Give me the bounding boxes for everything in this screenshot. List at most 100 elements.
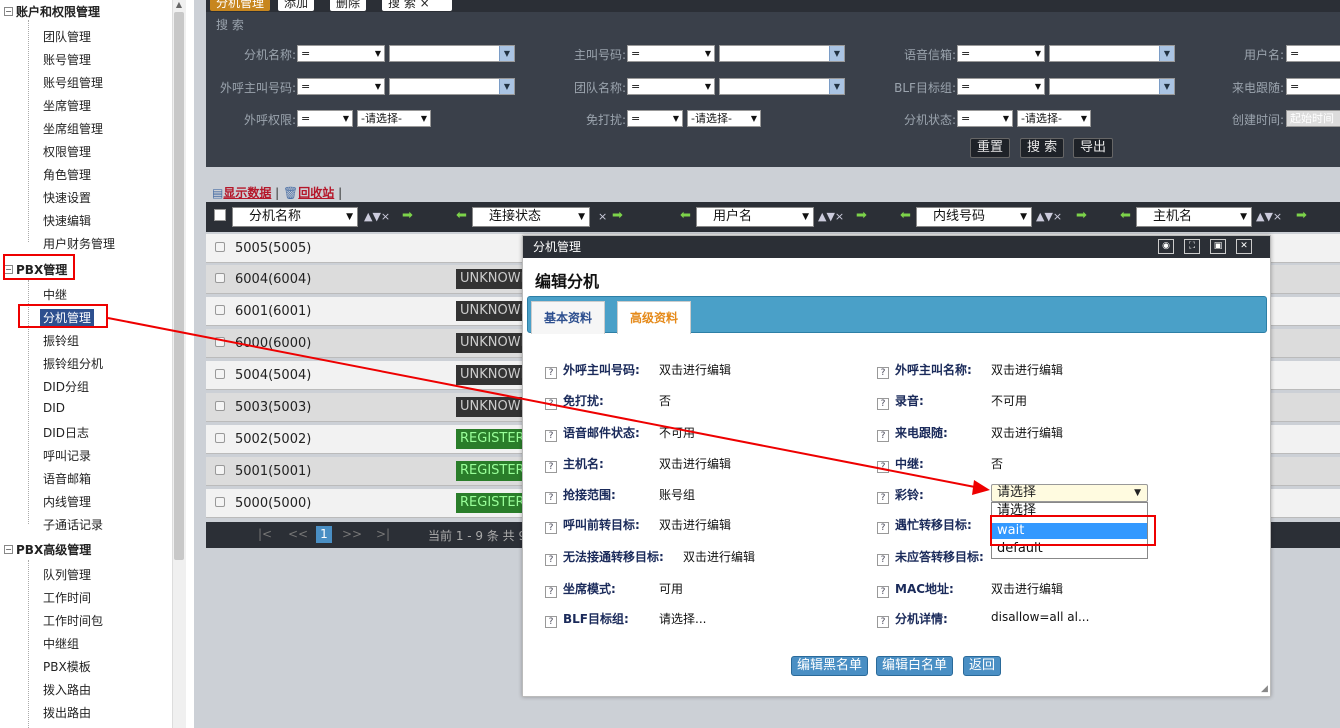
created-start-input[interactable]: 起始时间 — [1286, 110, 1340, 127]
col-host-name[interactable]: 主机名 ▼ — [1136, 207, 1252, 227]
row-checkbox[interactable] — [215, 465, 225, 475]
sidebar-item-did-group[interactable]: DID分组 — [43, 378, 89, 395]
chevron-down-icon[interactable]: ▼ — [1159, 46, 1174, 61]
minimize-icon[interactable]: ◉ — [1158, 239, 1174, 254]
select-all-checkbox[interactable] — [214, 209, 226, 221]
sidebar-item-trunk-group[interactable]: 中继组 — [43, 635, 79, 652]
add-button[interactable]: 添加 — [278, 0, 315, 11]
field-pickup-range[interactable]: ? 抢接范围: 账号组 — [545, 486, 695, 504]
team-name-op-select[interactable]: = ▼ — [627, 78, 715, 95]
tab-extension[interactable]: 分机管理 — [210, 0, 271, 11]
blf-group-op-select[interactable]: = ▼ — [957, 78, 1045, 95]
sidebar-item-agent[interactable]: 坐席管理 — [43, 97, 91, 114]
move-right-icon[interactable]: ➡ — [612, 208, 623, 223]
sidebar-item-role[interactable]: 角色管理 — [43, 166, 91, 183]
sidebar-item-quick-setup[interactable]: 快速设置 — [43, 189, 91, 206]
export-button[interactable]: 导出 — [1073, 138, 1114, 158]
col-username[interactable]: 用户名 ▼ — [696, 207, 814, 227]
move-right-icon[interactable]: ➡ — [1296, 208, 1307, 223]
sort-icon[interactable]: ▲▼× — [1256, 210, 1282, 223]
sidebar-item-ring-group-ext[interactable]: 振铃组分机 — [43, 355, 103, 372]
caller-no-combo[interactable]: ▼ — [719, 45, 845, 62]
back-button[interactable]: 返回 — [963, 656, 1002, 676]
field-call-forward[interactable]: ? 呼叫前转目标: 双击进行编辑 — [545, 516, 731, 534]
sidebar-item-trunk[interactable]: 中继 — [43, 286, 67, 303]
field-mac[interactable]: ? MAC地址: 双击进行编辑 — [877, 580, 1063, 598]
page-number[interactable]: 1 — [316, 526, 332, 543]
move-right-icon[interactable]: ➡ — [1076, 208, 1087, 223]
tree-group-pbx[interactable]: − PBX管理 — [4, 261, 67, 278]
sort-icon[interactable]: ▲▼× — [1036, 210, 1062, 223]
vm-box-combo[interactable]: ▼ — [1049, 45, 1175, 62]
field-vm-status[interactable]: ? 语音邮件状态: 不可用 — [545, 424, 695, 442]
sidebar-item-agent-group[interactable]: 坐席组管理 — [43, 120, 103, 137]
ext-status-op-select[interactable]: = ▼ — [957, 110, 1013, 127]
vm-box-op-select[interactable]: = ▼ — [957, 45, 1045, 62]
row-checkbox[interactable] — [215, 273, 225, 283]
blf-group-combo[interactable]: ▼ — [1049, 78, 1175, 95]
maximize-icon[interactable]: ⛶ — [1184, 239, 1200, 254]
move-left-icon[interactable]: ⬅ — [680, 208, 691, 223]
tab-advanced[interactable]: 高级资料 — [617, 301, 692, 334]
prev-page-icon[interactable]: << — [288, 527, 308, 541]
team-name-combo[interactable]: ▼ — [719, 78, 845, 95]
chevron-down-icon[interactable]: ▼ — [829, 79, 844, 94]
field-blf-group[interactable]: ? BLF目标组: 请选择... — [545, 610, 706, 628]
dropdown-arrow-icon[interactable]: ▼ — [1134, 485, 1141, 501]
scrollbar-thumb[interactable] — [174, 12, 184, 560]
row-checkbox[interactable] — [215, 369, 225, 379]
sidebar-item-team[interactable]: 团队管理 — [43, 28, 91, 45]
row-checkbox[interactable] — [215, 433, 225, 443]
search-toggle-button[interactable]: 搜 索 × — [382, 0, 452, 11]
close-icon[interactable]: × — [420, 0, 430, 10]
row-checkbox[interactable] — [215, 497, 225, 507]
field-trunk[interactable]: ? 中继: 否 — [877, 455, 1003, 473]
sidebar-item-pbx-template[interactable]: PBX模板 — [43, 658, 91, 675]
ext-status-value-select[interactable]: -请选择- ▼ — [1017, 110, 1091, 127]
field-unreachable-forward[interactable]: ? 无法接通转移目标: 双击进行编辑 — [545, 548, 755, 566]
sidebar-item-work-time-pack[interactable]: 工作时间包 — [43, 612, 103, 629]
row-checkbox[interactable] — [215, 337, 225, 347]
delete-button[interactable]: 删除 — [330, 0, 367, 11]
row-checkbox[interactable] — [215, 305, 225, 315]
reset-button[interactable]: 重置 — [970, 138, 1011, 158]
col-conn-status[interactable]: 连接状态 ▼ — [472, 207, 590, 227]
ringtone-select[interactable]: 请选择 ▼ — [991, 484, 1148, 502]
next-page-icon[interactable]: >> — [342, 527, 362, 541]
col-internal-no[interactable]: 内线号码 ▼ — [916, 207, 1032, 227]
row-checkbox[interactable] — [215, 242, 225, 252]
edit-blacklist-button[interactable]: 编辑黑名单 — [791, 656, 869, 676]
sidebar-item-account-group[interactable]: 账号组管理 — [43, 74, 103, 91]
recycle-bin-link[interactable]: 回收站 — [298, 186, 334, 200]
close-icon[interactable]: × — [598, 210, 607, 223]
sidebar-item-extension[interactable]: 分机管理 — [40, 309, 95, 326]
tab-basic[interactable]: 基本资料 — [531, 301, 606, 334]
username-op-select[interactable]: = — [1286, 45, 1340, 62]
field-out-caller-no[interactable]: ? 外呼主叫号码: 双击进行编辑 — [545, 361, 731, 379]
move-left-icon[interactable]: ⬅ — [456, 208, 467, 223]
col-ext-name[interactable]: 分机名称 ▼ — [232, 207, 358, 227]
ringtone-option[interactable]: default — [992, 541, 1147, 557]
ext-name-op-select[interactable]: = ▼ — [297, 45, 385, 62]
sidebar-item-internal[interactable]: 内线管理 — [43, 493, 91, 510]
out-caller-no-op-select[interactable]: = ▼ — [297, 78, 385, 95]
field-ext-detail[interactable]: ? 分机详情: disallow=all al... — [877, 610, 1089, 628]
first-page-icon[interactable]: |< — [258, 527, 272, 541]
move-left-icon[interactable]: ⬅ — [900, 208, 911, 223]
last-page-icon[interactable]: >| — [376, 527, 390, 541]
follow-me-op-select[interactable]: = — [1286, 78, 1340, 95]
edit-whitelist-button[interactable]: 编辑白名单 — [876, 656, 954, 676]
sidebar-item-account[interactable]: 账号管理 — [43, 51, 91, 68]
collapse-icon[interactable]: − — [4, 545, 13, 554]
field-noanswer-forward[interactable]: ? 未应答转移目标: — [877, 548, 984, 566]
ringtone-option-wait[interactable]: wait — [992, 523, 1147, 539]
sidebar-item-outbound-route[interactable]: 拨出路由 — [43, 704, 91, 721]
tree-group-pbx-advanced[interactable]: − PBX高级管理 — [4, 541, 91, 558]
caller-no-op-select[interactable]: = ▼ — [627, 45, 715, 62]
sidebar-item-inbound-route[interactable]: 拨入路由 — [43, 681, 91, 698]
out-caller-no-combo[interactable]: ▼ — [389, 78, 515, 95]
dnd-value-select[interactable]: -请选择- ▼ — [687, 110, 761, 127]
move-right-icon[interactable]: ➡ — [856, 208, 867, 223]
chevron-down-icon[interactable]: ▼ — [829, 46, 844, 61]
out-perm-op-select[interactable]: = ▼ — [297, 110, 353, 127]
